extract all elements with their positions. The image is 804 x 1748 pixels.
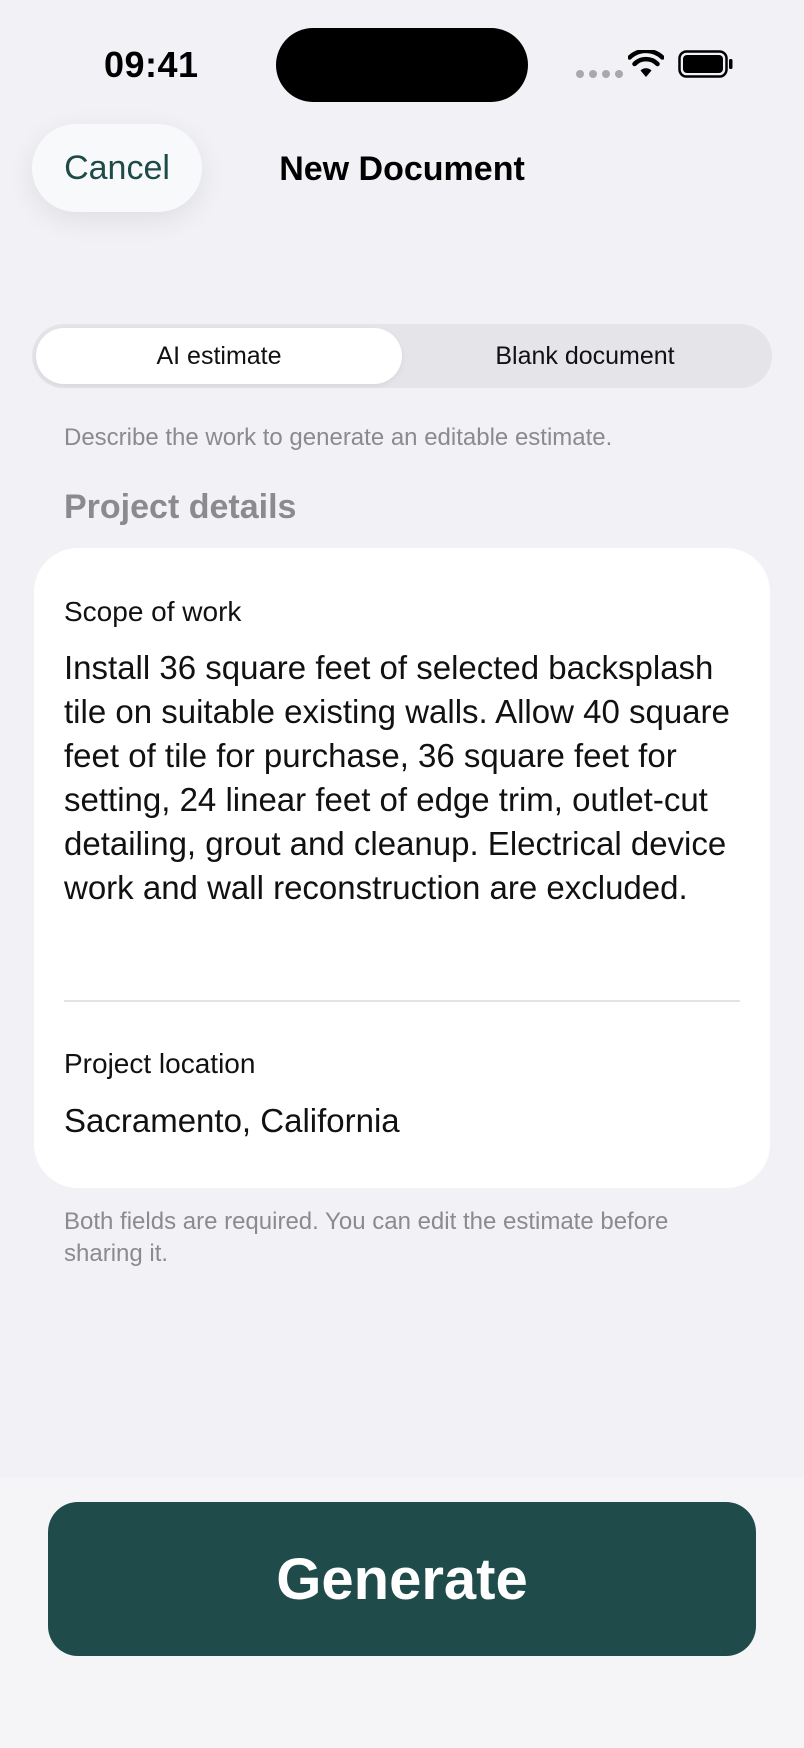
- generate-button[interactable]: Generate: [48, 1502, 756, 1656]
- status-time: 09:41: [104, 44, 199, 85]
- mode-hint-text: Describe the work to generate an editabl…: [64, 424, 613, 451]
- section-title: Project details: [64, 488, 297, 526]
- project-location-label: Project location: [64, 1048, 256, 1079]
- project-details-card: Scope of work Install 36 square feet of …: [34, 548, 770, 1188]
- wifi-icon: [627, 48, 665, 83]
- required-fields-note: Both fields are required. You can edit t…: [64, 1208, 669, 1267]
- cellular-dots-icon: [576, 70, 623, 78]
- scope-of-work-field[interactable]: Install 36 square feet of selected backs…: [64, 646, 744, 910]
- battery-icon: [678, 50, 734, 83]
- mode-segmented-control: AI estimate Blank document: [32, 324, 772, 388]
- new-document-screen: 09:41 Cancel New Document AI estimate Bl…: [0, 0, 804, 1748]
- page-title: New Document: [279, 150, 525, 188]
- dynamic-island: [276, 28, 528, 102]
- project-location-field[interactable]: Sacramento, California: [64, 1102, 400, 1140]
- segment-blank-document[interactable]: Blank document: [402, 328, 768, 384]
- segment-ai-estimate[interactable]: AI estimate: [36, 328, 402, 384]
- field-divider: [64, 1000, 740, 1002]
- scope-of-work-label: Scope of work: [64, 596, 242, 627]
